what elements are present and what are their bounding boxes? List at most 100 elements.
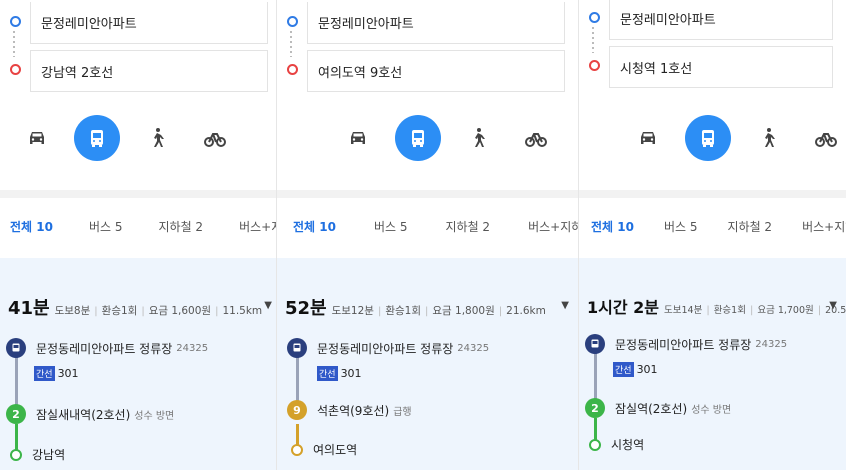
walk-icon [475,128,485,147]
tab-all[interactable]: 전체 10 [293,210,336,243]
car-icon [351,132,365,144]
fare: 요금 1,700원 [757,305,814,316]
transport-modes [337,115,557,161]
origin-input[interactable]: 문정레미안아파트 [609,0,833,40]
route-panel-2: 문정레미안아파트 여의도역 9호선 전체 10 버스 5 지하철 2 버스+지하… [276,0,579,470]
route-filter-tabs: 전체 10 버스 5 지하철 2 버스+지하철 3 [579,210,846,243]
route-dots [290,31,292,57]
transfer-count: 환승1회 [713,305,746,316]
route-filter-tabs: 전체 10 버스 5 지하철 2 버스+지하철 [0,210,282,243]
bus-mode-button[interactable] [74,115,120,161]
arrival-marker-icon [10,448,22,461]
route-dots [592,27,594,53]
route-summary: 52분 도보12분 | 환승1회 | 요금 1,800원 | 21.6km ▼ [285,294,569,320]
route-dots [13,31,15,57]
section-divider [0,190,282,198]
route-panel-1: 문정레미안아파트 강남역 2호선 전체 10 버스 5 지하철 2 버스+지하철… [0,0,282,470]
transport-modes [627,115,846,161]
section-divider [277,190,579,198]
bus-route: 간선 301 [317,366,362,381]
tab-all[interactable]: 전체 10 [10,210,53,243]
route-summary: 1시간 2분 도보14분| 환승1회| 요금 1,700원| 20.5km ▼ [587,294,846,318]
tab-subway[interactable]: 지하철 2 [446,210,491,243]
route-type-badge: 간선 [317,366,338,381]
walk-time: 도보14분 [664,305,703,316]
subway-line-icon: 2 [585,398,605,418]
destination-input[interactable]: 시청역 1호선 [609,46,833,88]
tab-bus[interactable]: 버스 5 [374,210,408,243]
bus-icon [702,130,714,147]
arrival-step: 여의도역 [287,441,573,458]
bicycle-mode-button[interactable] [805,115,846,161]
bicycle-icon [525,133,547,147]
route-filter-tabs: 전체 10 버스 5 지하철 2 버스+지하철 [277,210,579,243]
tab-bus-subway[interactable]: 버스+지하철 3 [802,210,846,243]
travel-time: 41분 [8,298,50,319]
route-number: 301 [57,367,79,380]
destination-marker-icon [589,60,600,71]
bus-route: 간선 301 [613,362,658,377]
transfer-count: 환승1회 [101,305,138,317]
route-result-card[interactable]: 52분 도보12분 | 환승1회 | 요금 1,800원 | 21.6km ▼ 문정동… [277,258,579,470]
bus-route: 간선 301 [34,366,79,381]
bicycle-icon [815,133,837,147]
bus-stop-step: 문정동레미안아파트 정류장 24325 [585,334,841,354]
bicycle-mode-button[interactable] [515,115,557,161]
tab-subway[interactable]: 지하철 2 [159,210,204,243]
walk-mode-button[interactable] [136,115,178,161]
route-type-badge: 간선 [34,366,55,381]
route-number: 301 [636,363,658,376]
car-mode-button[interactable] [627,115,669,161]
destination-input[interactable]: 여의도역 9호선 [307,50,565,92]
route-result-card[interactable]: 41분 도보8분 | 환승1회 | 요금 1,600원 | 11.5km ▼ 문정동레… [0,258,282,470]
transfer-step: 2 잠실역(2호선) 성수 방면 [585,398,841,418]
expand-caret-icon[interactable]: ▼ [829,300,837,311]
arrival-step: 강남역 [6,446,276,463]
section-divider [579,190,846,198]
tab-bus[interactable]: 버스 5 [89,210,123,243]
expand-caret-icon[interactable]: ▼ [264,300,272,311]
tab-bus[interactable]: 버스 5 [664,210,698,243]
bus-mode-button[interactable] [685,115,731,161]
bus-icon [412,130,424,147]
route-number: 301 [340,367,362,380]
route-type-badge: 간선 [613,362,634,377]
walk-icon [154,128,164,147]
car-icon [30,132,44,144]
fare: 요금 1,600원 [148,305,212,317]
arrival-step: 시청역 [585,436,841,453]
walk-time: 도보8분 [54,305,91,317]
origin-input[interactable]: 문정레미안아파트 [307,2,565,44]
walk-mode-button[interactable] [457,115,499,161]
bus-stop-step: 문정동레미안아파트 정류장 24325 [6,338,276,358]
bus-stop-icon [6,338,26,358]
bus-mode-button[interactable] [395,115,441,161]
destination-marker-icon [287,64,298,75]
bus-icon [91,130,103,147]
expand-caret-icon[interactable]: ▼ [561,300,569,311]
travel-time: 1시간 2분 [587,298,659,317]
car-mode-button[interactable] [337,115,379,161]
bus-stop-icon [585,334,605,354]
walk-mode-button[interactable] [747,115,789,161]
transport-modes [16,115,236,161]
tab-bus-subway[interactable]: 버스+지하철 [528,210,579,243]
car-icon [641,132,655,144]
destination-input[interactable]: 강남역 2호선 [30,50,268,92]
car-mode-button[interactable] [16,115,58,161]
arrival-marker-icon [291,443,303,456]
tab-subway[interactable]: 지하철 2 [728,210,773,243]
transfer-count: 환승1회 [385,305,421,317]
distance: 21.6km [506,305,546,317]
bicycle-mode-button[interactable] [194,115,236,161]
tab-all[interactable]: 전체 10 [591,210,634,243]
transfer-step: 2 잠실새내역(2호선) 성수 방면 [6,404,276,424]
route-result-card[interactable]: 1시간 2분 도보14분| 환승1회| 요금 1,700원| 20.5km ▼ … [579,258,846,470]
transfer-step: 9 석촌역(9호선) 급행 [287,400,573,420]
origin-input[interactable]: 문정레미안아파트 [30,2,268,44]
subway-line-icon: 2 [6,404,26,424]
walk-time: 도보12분 [331,305,374,317]
walk-icon [765,128,775,147]
travel-time: 52분 [285,298,327,319]
bus-stop-step: 문정동레미안아파트 정류장 24325 [287,338,573,358]
